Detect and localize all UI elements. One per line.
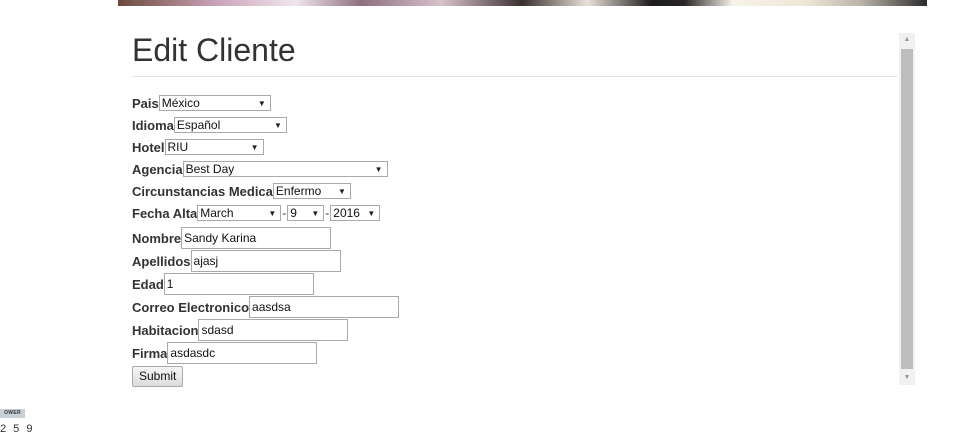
chevron-down-icon: ▼ [268,209,277,218]
title-divider [132,76,898,77]
hotel-label: Hotel [132,139,165,155]
submit-button[interactable]: Submit [132,365,184,387]
submit-row: Submit [132,365,184,387]
pais-row: Pais México ▼ [132,93,271,113]
triangle-up-icon[interactable]: ▲ [899,33,915,47]
agencia-label: Agencia [132,161,183,177]
idioma-label: Idioma [132,117,174,133]
fecha-year-select[interactable]: 2016 ▼ [330,205,381,221]
chevron-down-icon: ▼ [250,143,259,152]
fecha-alta-label: Fecha Alta [132,205,198,221]
pais-select[interactable]: México ▼ [158,95,271,111]
fecha-alta-row: Fecha Alta March ▼ - 9 ▼ - 2016 ▼ [132,203,381,223]
idioma-select-value: Español [176,118,221,132]
circunstancias-label: Circunstancias Medica [132,183,273,199]
chevron-down-icon: ▼ [367,209,376,218]
edit-form-container: Edit Cliente Pais México ▼ Idioma Españo… [132,30,898,388]
apellidos-row: Apellidos [132,250,341,272]
pais-select-value: México [161,96,200,110]
date-separator: - [282,206,287,220]
chevron-down-icon: ▼ [374,165,383,174]
nombre-label: Nombre [132,230,182,246]
correo-row: Correo Electronico [132,296,400,318]
fecha-month-value: March [200,206,234,220]
idioma-row: Idioma Español ▼ [132,115,287,135]
habitacion-input[interactable] [198,319,349,341]
agencia-select-value: Best Day [185,162,235,176]
firma-input[interactable] [167,342,318,364]
footer-badge: OWER [0,409,25,418]
edad-row: Edad [132,273,314,295]
edad-input[interactable] [163,273,314,295]
pais-label: Pais [132,95,159,111]
apellidos-label: Apellidos [132,253,191,269]
firma-label: Firma [132,345,168,361]
hotel-select-value: RIU [167,140,189,154]
agencia-row: Agencia Best Day ▼ [132,159,388,179]
circunstancias-row: Circunstancias Medica Enfermo ▼ [132,181,351,201]
habitacion-row: Habitacion [132,319,349,341]
edad-label: Edad [132,276,164,292]
circunstancias-select-value: Enfermo [275,184,322,198]
triangle-down-icon[interactable]: ▼ [899,371,915,385]
firma-row: Firma [132,342,318,364]
nombre-row: Nombre [132,227,332,249]
circunstancias-select[interactable]: Enfermo ▼ [272,183,351,199]
fecha-year-value: 2016 [333,206,360,220]
hotel-select[interactable]: RIU ▼ [164,139,264,155]
chevron-down-icon: ▼ [273,121,282,130]
nombre-input[interactable] [181,227,332,249]
vertical-scrollbar[interactable]: ▲ ▼ [899,33,915,385]
fecha-day-select[interactable]: 9 ▼ [287,205,325,221]
scrollbar-thumb[interactable] [901,49,913,369]
fecha-month-select[interactable]: March ▼ [197,205,282,221]
fecha-day-value: 9 [290,206,297,220]
chevron-down-icon: ▼ [257,99,266,108]
correo-label: Correo Electronico [132,299,250,315]
habitacion-label: Habitacion [132,322,199,338]
hotel-row: Hotel RIU ▼ [132,137,264,157]
page-title: Edit Cliente [132,32,296,68]
footer-digits: 2 5 9 [0,423,35,435]
header-banner-image [118,0,927,6]
date-separator: - [325,206,330,220]
idioma-select[interactable]: Español ▼ [173,117,287,133]
apellidos-input[interactable] [190,250,341,272]
correo-input[interactable] [249,296,400,318]
chevron-down-icon: ▼ [337,187,346,196]
chevron-down-icon: ▼ [311,209,320,218]
agencia-select[interactable]: Best Day ▼ [182,161,388,177]
